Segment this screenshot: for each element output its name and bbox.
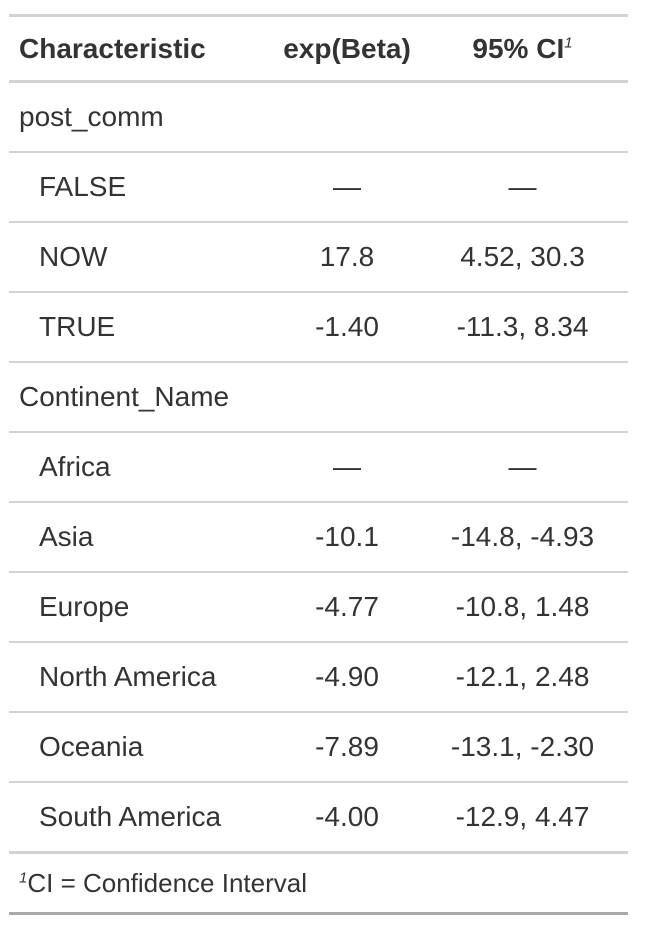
row-ci: —: [417, 151, 628, 222]
table-row: South America -4.00 -12.9, 4.47: [9, 781, 628, 853]
row-ci: 4.52, 30.3: [417, 221, 628, 292]
footnote-text: CI = Confidence Interval: [27, 867, 307, 898]
row-estimate: -4.77: [277, 571, 417, 642]
table-row: Asia -10.1 -14.8, -4.93: [9, 501, 628, 572]
row-estimate: -1.40: [277, 291, 417, 362]
row-label: Oceania: [9, 711, 277, 782]
table-row: Africa — —: [9, 431, 628, 502]
row-estimate: —: [277, 431, 417, 502]
row-ci: -12.9, 4.47: [417, 781, 628, 853]
row-estimate: 17.8: [277, 221, 417, 292]
group-ci-empty: [417, 82, 628, 153]
header-ci: 95% CI1: [417, 15, 628, 83]
row-estimate: —: [277, 151, 417, 222]
row-ci: -14.8, -4.93: [417, 501, 628, 572]
footnote: 1CI = Confidence Interval: [9, 851, 628, 914]
table-body: post_comm FALSE — — NOW 17.8 4.52, 30.3 …: [9, 82, 628, 853]
header-row: Characteristic exp(Beta) 95% CI1: [9, 15, 628, 83]
group-estimate-empty: [277, 361, 417, 432]
row-label: South America: [9, 781, 277, 853]
footnote-row: 1CI = Confidence Interval: [9, 851, 628, 914]
row-label: TRUE: [9, 291, 277, 362]
row-label: Africa: [9, 431, 277, 502]
header-characteristic-label: Characteristic: [19, 32, 206, 64]
header-ci-label: 95% CI: [472, 32, 565, 64]
row-ci: -13.1, -2.30: [417, 711, 628, 782]
table-row: TRUE -1.40 -11.3, 8.34: [9, 291, 628, 362]
table-row: FALSE — —: [9, 151, 628, 222]
row-label: Asia: [9, 501, 277, 572]
regression-table-container: Characteristic exp(Beta) 95% CI1 post_co…: [9, 14, 628, 915]
row-estimate: -7.89: [277, 711, 417, 782]
row-estimate: -10.1: [277, 501, 417, 572]
row-ci: -10.8, 1.48: [417, 571, 628, 642]
row-ci: -11.3, 8.34: [417, 291, 628, 362]
row-label: FALSE: [9, 151, 277, 222]
group-header-row: post_comm: [9, 82, 628, 153]
row-label: North America: [9, 641, 277, 712]
table-row: Oceania -7.89 -13.1, -2.30: [9, 711, 628, 782]
group-label: post_comm: [19, 101, 164, 132]
row-label: Europe: [9, 571, 277, 642]
header-estimate-label: exp(Beta): [283, 32, 411, 64]
group-header-row: Continent_Name: [9, 361, 628, 432]
table-row: Europe -4.77 -10.8, 1.48: [9, 571, 628, 642]
row-ci: —: [417, 431, 628, 502]
table-row: North America -4.90 -12.1, 2.48: [9, 641, 628, 712]
header-ci-footnote-mark: 1: [564, 34, 573, 52]
row-label: NOW: [9, 221, 277, 292]
group-label: Continent_Name: [9, 361, 277, 432]
row-estimate: -4.90: [277, 641, 417, 712]
regression-table: Characteristic exp(Beta) 95% CI1 post_co…: [9, 14, 628, 915]
group-estimate-empty: [277, 82, 417, 153]
group-ci-empty: [417, 361, 628, 432]
row-ci: -12.1, 2.48: [417, 641, 628, 712]
row-estimate: -4.00: [277, 781, 417, 853]
header-characteristic: Characteristic: [9, 15, 277, 83]
table-row: NOW 17.8 4.52, 30.3: [9, 221, 628, 292]
header-estimate: exp(Beta): [277, 15, 417, 83]
